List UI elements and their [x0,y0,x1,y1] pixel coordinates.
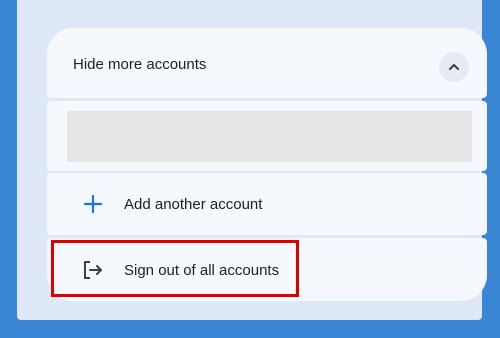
plus-icon-wrapper [80,191,106,217]
sign-out-icon [84,261,102,279]
account-menu-panel: Hide more accounts Add another account S… [17,0,487,320]
chevron-up-icon [449,64,459,70]
add-another-account-row[interactable]: Add another account [47,173,487,235]
sign-out-icon-wrapper [80,257,106,283]
hide-more-accounts-label: Hide more accounts [73,56,207,73]
account-row[interactable] [47,101,487,171]
account-switcher-card: Hide more accounts Add another account S… [47,28,487,301]
plus-icon [83,194,103,214]
account-placeholder [67,111,472,162]
hide-more-accounts-row[interactable]: Hide more accounts [47,28,487,98]
add-another-account-label: Add another account [124,196,263,213]
sign-out-all-accounts-label: Sign out of all accounts [124,262,280,279]
collapse-accounts-button[interactable] [439,52,469,82]
sign-out-all-accounts-row[interactable]: Sign out of all accounts [47,238,487,301]
